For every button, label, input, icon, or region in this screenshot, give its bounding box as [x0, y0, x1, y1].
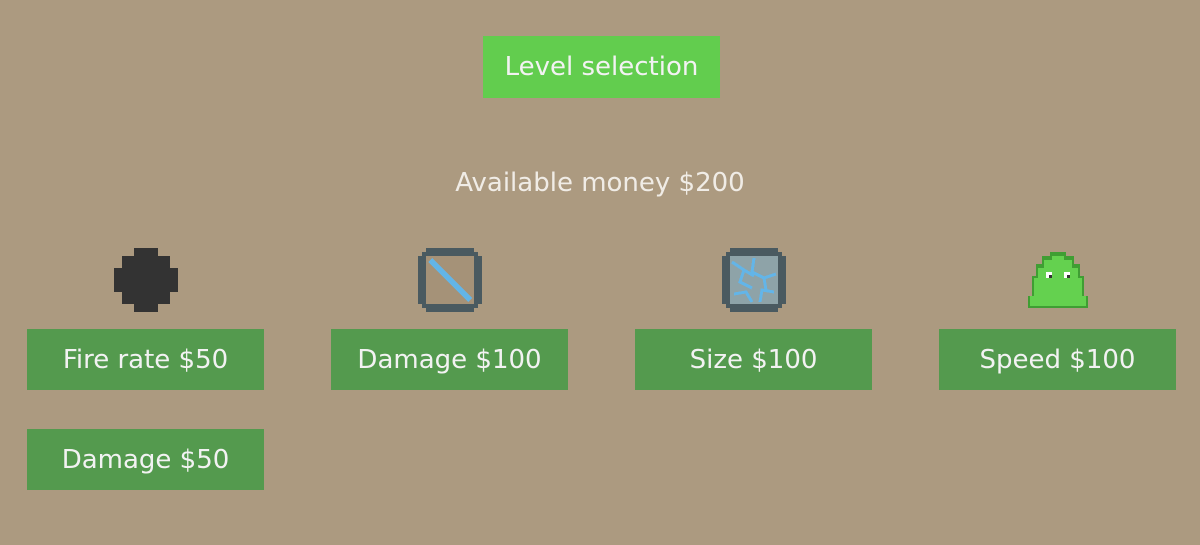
- speed-upgrade-button[interactable]: Speed $100: [939, 329, 1176, 390]
- laser-tile-icon: [418, 248, 482, 312]
- electric-tile-icon: [722, 248, 786, 312]
- slime-icon: [1026, 248, 1090, 312]
- size-upgrade-button[interactable]: Size $100: [635, 329, 872, 390]
- bullet-damage-upgrade-button[interactable]: Damage $50: [27, 429, 264, 490]
- damage-upgrade-button[interactable]: Damage $100: [331, 329, 568, 390]
- level-selection-button[interactable]: Level selection: [483, 36, 720, 98]
- fire-rate-upgrade-button[interactable]: Fire rate $50: [27, 329, 264, 390]
- bullet-icon: [114, 248, 178, 312]
- available-money-label: Available money $200: [455, 168, 745, 198]
